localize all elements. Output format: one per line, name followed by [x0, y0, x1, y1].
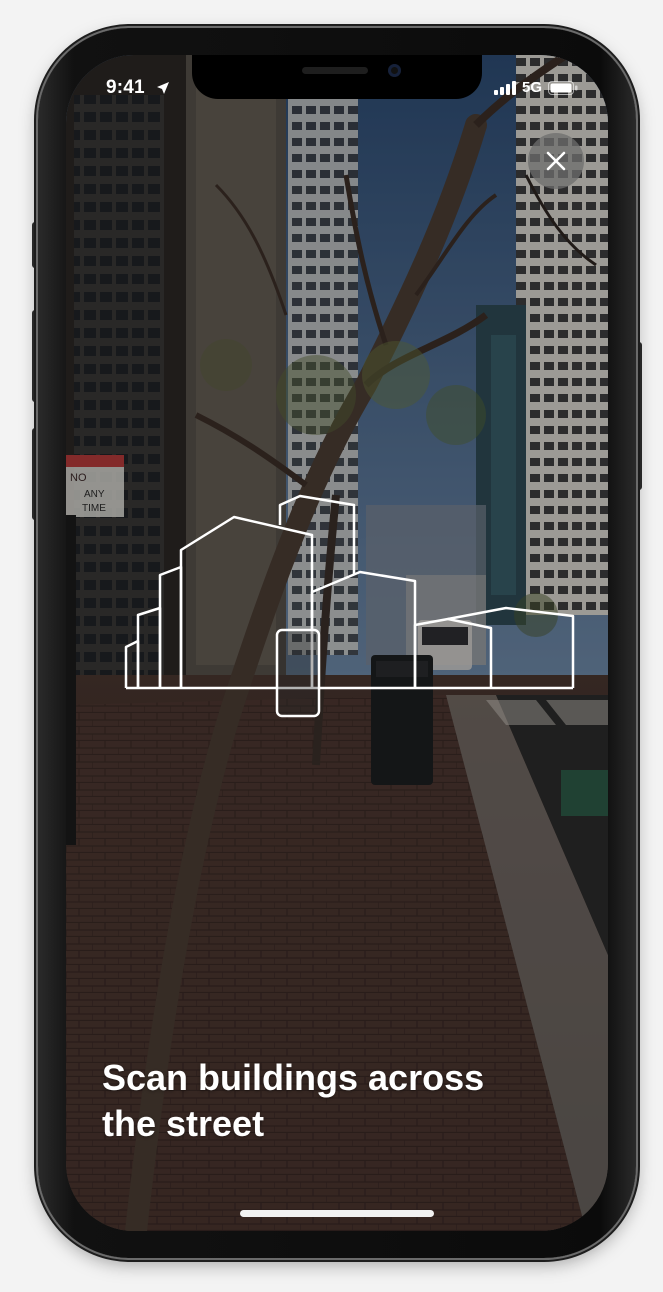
battery-icon: [548, 80, 578, 95]
outline-building-2: [136, 606, 162, 688]
front-camera: [388, 64, 401, 77]
notch: [192, 55, 482, 99]
outline-building-3: [158, 565, 183, 688]
close-button[interactable]: [528, 133, 584, 189]
instruction-line-1: Scan buildings across: [102, 1057, 485, 1098]
signal-bars-icon: [493, 80, 516, 95]
close-icon: [546, 151, 566, 171]
location-arrow-icon: [157, 82, 169, 94]
outline-building-6: [310, 570, 417, 688]
network-type: 5G: [521, 79, 542, 96]
speaker-grille: [302, 67, 368, 74]
phone-mockup: NO ANY TIME 9:41 5G Scan buildings acros…: [0, 0, 663, 1292]
outline-building-5: [278, 494, 356, 575]
instruction-text: Scan buildings across the street: [102, 1055, 572, 1147]
status-indicators: 5G: [493, 79, 578, 96]
ar-camera-view: NO ANY TIME 9:41 5G Scan buildings acros…: [66, 55, 608, 1231]
home-indicator[interactable]: [240, 1210, 434, 1217]
outline-phone: [275, 628, 321, 718]
outline-building-8: [447, 606, 575, 688]
outline-building-7: [413, 617, 493, 688]
status-time: 9:41: [106, 77, 145, 98]
instruction-line-2: the street: [102, 1103, 265, 1144]
outline-building-1: [124, 639, 140, 688]
power-button: [636, 342, 642, 490]
